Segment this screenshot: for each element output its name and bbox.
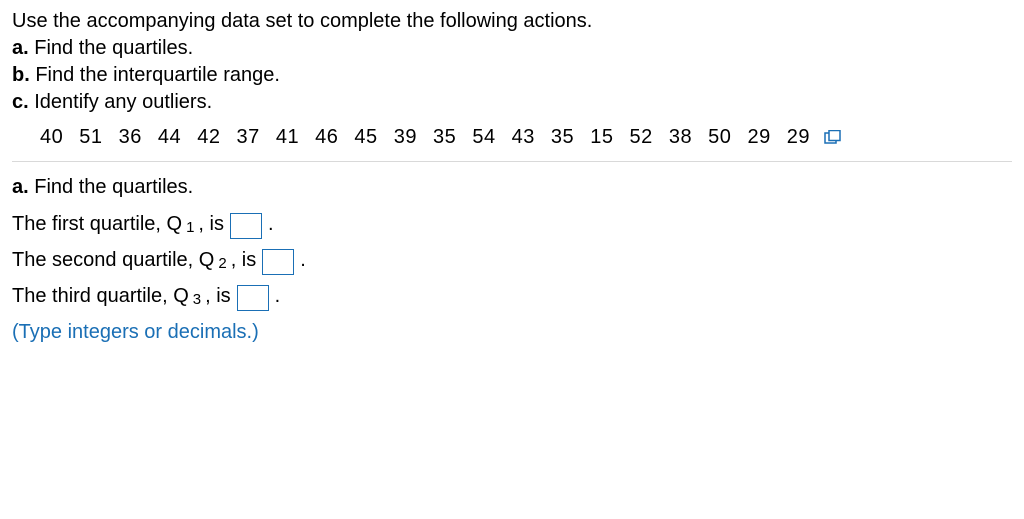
prompt-item-c: c. Identify any outliers. <box>12 89 1012 116</box>
q3-pre: The third quartile, Q <box>12 285 189 308</box>
prompt-intro: Use the accompanying data set to complet… <box>12 8 1012 35</box>
q1-input[interactable] <box>230 213 262 239</box>
q1-period: . <box>268 213 274 236</box>
q2-period: . <box>300 249 306 272</box>
q2-pre: The second quartile, Q <box>12 249 214 272</box>
prompt-item-b-text: Find the interquartile range. <box>35 64 280 86</box>
q2-input[interactable] <box>262 249 294 275</box>
divider <box>12 161 1012 162</box>
section-a-text: Find the quartiles. <box>34 176 193 198</box>
q1-line: The first quartile, Q1, is . <box>12 213 1012 239</box>
data-set-row: 40 51 36 44 42 37 41 46 45 39 35 54 43 3… <box>12 126 1012 149</box>
q2-line: The second quartile, Q2 , is . <box>12 249 1012 275</box>
q2-sub: 2 <box>218 255 226 272</box>
prompt-item-c-text: Identify any outliers. <box>34 91 212 113</box>
q3-post: , is <box>205 285 231 308</box>
q3-period: . <box>275 285 281 308</box>
q1-sub: 1 <box>186 219 194 236</box>
copy-icon[interactable] <box>824 130 842 146</box>
q3-line: The third quartile, Q3, is . <box>12 285 1012 311</box>
section-a-label: a. <box>12 176 29 198</box>
prompt-item-a: a. Find the quartiles. <box>12 35 1012 62</box>
q1-post: , is <box>198 213 224 236</box>
prompt-item-b-label: b. <box>12 64 30 86</box>
q3-sub: 3 <box>193 291 201 308</box>
prompt-item-a-label: a. <box>12 37 29 59</box>
question-prompt: Use the accompanying data set to complet… <box>12 8 1012 116</box>
prompt-item-b: b. Find the interquartile range. <box>12 62 1012 89</box>
section-a-title: a. Find the quartiles. <box>12 176 1012 199</box>
prompt-item-c-label: c. <box>12 91 29 113</box>
q1-pre: The first quartile, Q <box>12 213 182 236</box>
prompt-item-a-text: Find the quartiles. <box>34 37 193 59</box>
q3-input[interactable] <box>237 285 269 311</box>
data-set-values: 40 51 36 44 42 37 41 46 45 39 35 54 43 3… <box>40 126 810 149</box>
input-hint: (Type integers or decimals.) <box>12 321 1012 344</box>
q2-post: , is <box>231 249 257 272</box>
